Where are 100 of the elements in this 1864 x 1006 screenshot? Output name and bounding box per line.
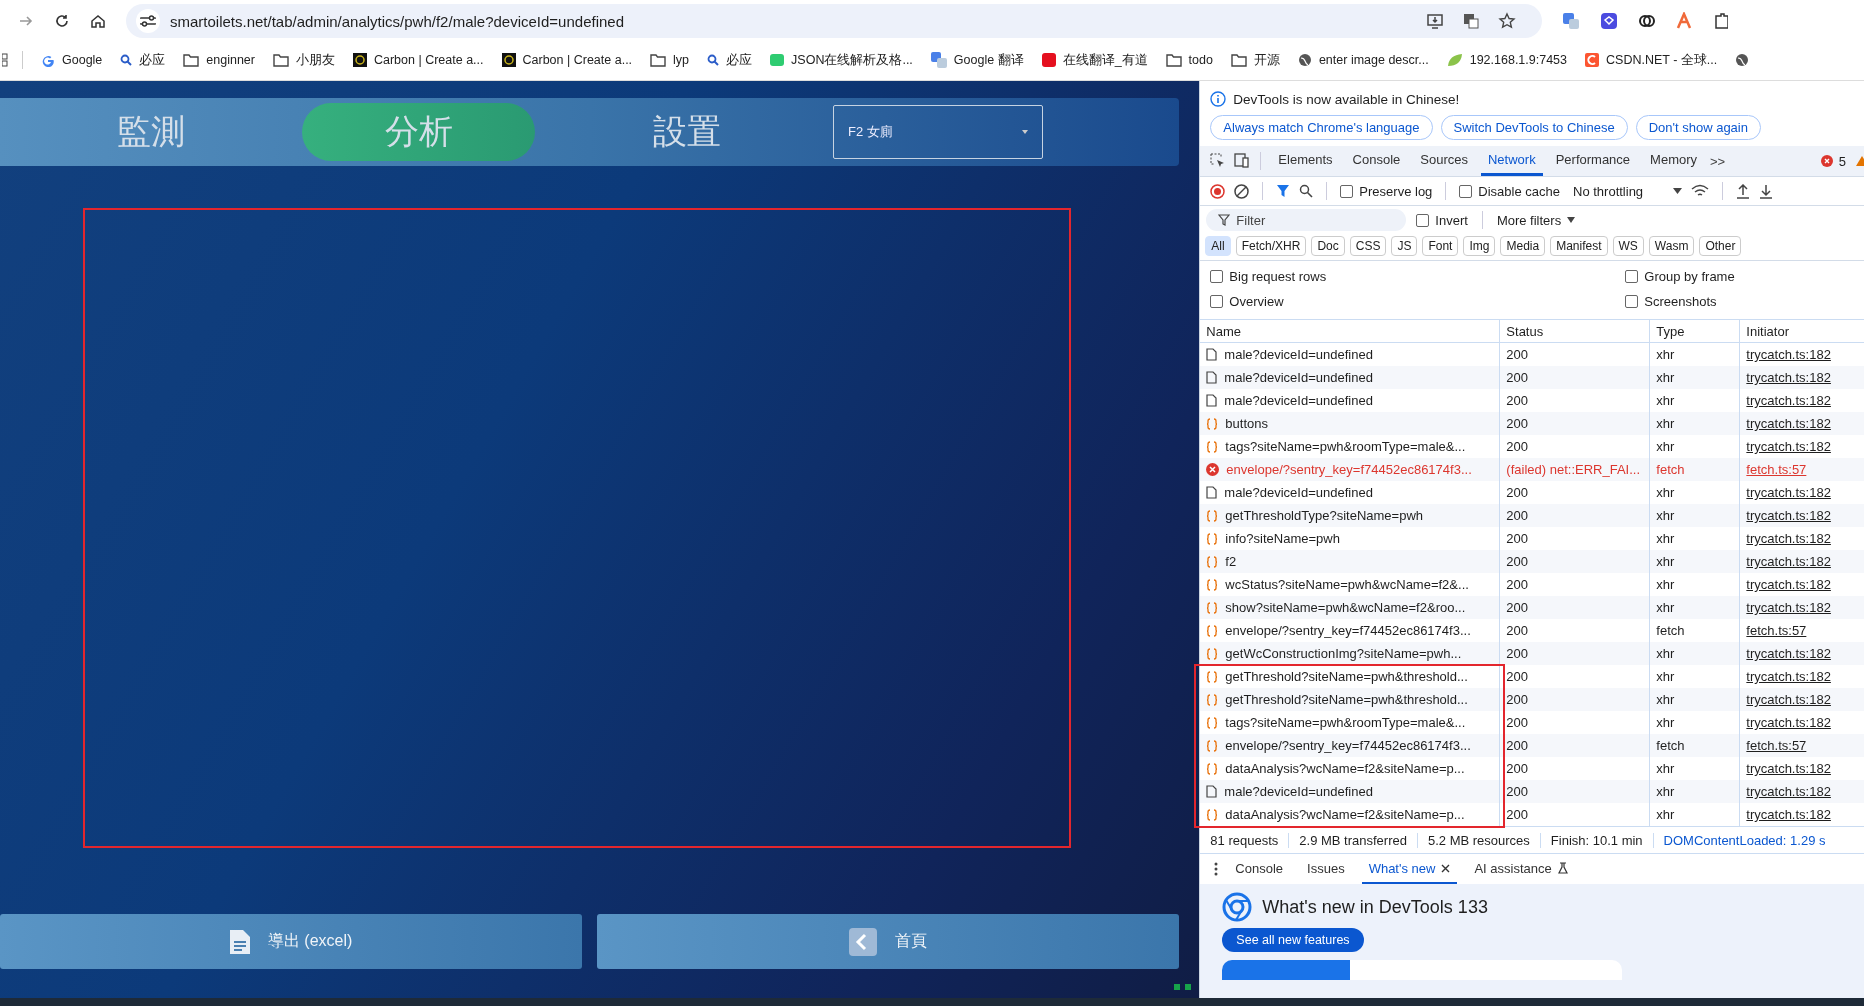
- devtools-tab[interactable]: Console: [1345, 146, 1408, 176]
- banner-button[interactable]: Don't show again: [1635, 115, 1761, 140]
- more-options-icon[interactable]: [1214, 862, 1219, 876]
- drawer-tab[interactable]: Console: [1228, 854, 1291, 884]
- initiator-link[interactable]: trycatch.ts:182: [1746, 669, 1831, 684]
- site-settings-icon[interactable]: [136, 9, 160, 33]
- type-filter-chip[interactable]: Fetch/XHR: [1235, 236, 1307, 256]
- type-filter-chip[interactable]: Doc: [1311, 236, 1345, 256]
- error-count[interactable]: 5: [1838, 153, 1846, 169]
- more-filters-dropdown[interactable]: More filters: [1496, 212, 1576, 228]
- checkbox[interactable]: [1459, 184, 1473, 198]
- throttling-dropdown[interactable]: No throttling: [1573, 183, 1683, 199]
- initiator-link[interactable]: trycatch.ts:182: [1746, 600, 1831, 615]
- banner-button[interactable]: Always match Chrome's language: [1210, 115, 1433, 140]
- type-filter-chip[interactable]: JS: [1391, 236, 1418, 256]
- bookmark[interactable]: CSDN.NET - 全球...: [1585, 51, 1718, 69]
- device-toolbar-icon[interactable]: [1232, 153, 1251, 169]
- request-name[interactable]: envelope/?sentry_key=f74452ec86174f3...: [1226, 462, 1472, 477]
- download-icon[interactable]: [1759, 183, 1774, 199]
- devtools-tab[interactable]: Sources: [1413, 146, 1475, 176]
- bookmark[interactable]: 开源: [1230, 51, 1280, 69]
- translate-icon[interactable]: [1462, 12, 1480, 30]
- initiator-link[interactable]: fetch.ts:57: [1746, 738, 1807, 753]
- initiator-link[interactable]: trycatch.ts:182: [1746, 347, 1831, 362]
- request-name[interactable]: dataAnalysis?wcName=f2&siteName=p...: [1225, 807, 1465, 822]
- request-name[interactable]: tags?siteName=pwh&roomType=male&...: [1225, 715, 1466, 730]
- bookmark[interactable]: 在线翻译_有道: [1041, 51, 1148, 69]
- request-name[interactable]: show?siteName=pwh&wcName=f2&roo...: [1225, 600, 1466, 615]
- initiator-link[interactable]: trycatch.ts:182: [1746, 508, 1831, 523]
- filter-field[interactable]: Filter: [1206, 209, 1407, 231]
- devtools-tab[interactable]: Network: [1480, 146, 1543, 176]
- bookmark[interactable]: 必应: [120, 51, 166, 69]
- request-name[interactable]: getThresholdType?siteName=pwh: [1225, 508, 1423, 523]
- type-filter-chip[interactable]: Img: [1463, 236, 1496, 256]
- type-filter-chip[interactable]: CSS: [1349, 236, 1387, 256]
- request-name[interactable]: male?deviceId=undefined: [1224, 370, 1373, 385]
- search-icon[interactable]: [1299, 184, 1314, 198]
- request-name[interactable]: f2: [1225, 554, 1237, 569]
- bookmark[interactable]: 必应: [707, 51, 753, 69]
- nav-tab[interactable]: 設置: [570, 103, 803, 161]
- clear-icon[interactable]: [1234, 183, 1250, 199]
- request-name[interactable]: wcStatus?siteName=pwh&wcName=f2&...: [1225, 577, 1469, 592]
- home-button[interactable]: 首頁: [597, 914, 1180, 969]
- initiator-link[interactable]: trycatch.ts:182: [1746, 761, 1831, 776]
- bookmark[interactable]: Carbon | Create a...: [352, 53, 484, 67]
- see-features-button[interactable]: See all new features: [1222, 928, 1364, 952]
- close-icon[interactable]: [1441, 863, 1451, 873]
- initiator-link[interactable]: fetch.ts:57: [1746, 623, 1807, 638]
- initiator-link[interactable]: trycatch.ts:182: [1746, 646, 1831, 661]
- bookmark[interactable]: 192.168.1.9:7453: [1446, 53, 1568, 67]
- initiator-link[interactable]: trycatch.ts:182: [1746, 577, 1831, 592]
- checkbox[interactable]: [1625, 270, 1639, 283]
- request-name[interactable]: envelope/?sentry_key=f74452ec86174f3...: [1225, 738, 1471, 753]
- address-bar[interactable]: smartoilets.net/tab/admin/analytics/pwh/f2/male?deviceId=undefined: [126, 4, 1542, 38]
- initiator-link[interactable]: trycatch.ts:182: [1746, 485, 1831, 500]
- bookmark[interactable]: enginner: [183, 53, 255, 67]
- request-name[interactable]: getThreshold?siteName=pwh&threshold...: [1225, 669, 1468, 684]
- type-filter-chip[interactable]: WS: [1612, 236, 1644, 256]
- checkbox[interactable]: [1210, 295, 1224, 308]
- room-select[interactable]: F2 女廁: [833, 105, 1043, 159]
- initiator-link[interactable]: trycatch.ts:182: [1746, 370, 1831, 385]
- translate-extension-icon[interactable]: [1562, 12, 1580, 30]
- type-filter-chip[interactable]: Other: [1699, 236, 1742, 256]
- request-name[interactable]: info?siteName=pwh: [1225, 531, 1340, 546]
- filter-icon[interactable]: [1276, 184, 1291, 198]
- initiator-link[interactable]: trycatch.ts:182: [1746, 439, 1831, 454]
- puzzle-icon[interactable]: [1714, 12, 1728, 30]
- reload-icon[interactable]: [54, 13, 70, 29]
- home-icon[interactable]: [90, 13, 106, 29]
- install-icon[interactable]: [1426, 12, 1444, 30]
- request-name[interactable]: tags?siteName=pwh&roomType=male&...: [1225, 439, 1466, 454]
- bookmark[interactable]: todo: [1165, 53, 1213, 67]
- devtools-tab[interactable]: Elements: [1271, 146, 1340, 176]
- star-icon[interactable]: [1498, 12, 1516, 30]
- initiator-link[interactable]: trycatch.ts:182: [1746, 715, 1831, 730]
- bookmark[interactable]: lyp: [650, 53, 690, 67]
- network-conditions-icon[interactable]: [1691, 184, 1710, 198]
- request-name[interactable]: male?deviceId=undefined: [1224, 347, 1373, 362]
- checkbox[interactable]: [1625, 295, 1639, 308]
- initiator-link[interactable]: trycatch.ts:182: [1746, 393, 1831, 408]
- request-name[interactable]: male?deviceId=undefined: [1224, 393, 1373, 408]
- bookmark[interactable]: Carbon | Create a...: [501, 53, 633, 67]
- initiator-link[interactable]: trycatch.ts:182: [1746, 807, 1831, 822]
- checkbox[interactable]: [1210, 270, 1224, 283]
- drawer-tab[interactable]: Issues: [1300, 854, 1352, 884]
- banner-button[interactable]: Switch DevTools to Chinese: [1440, 115, 1628, 140]
- checkbox[interactable]: [1340, 184, 1354, 198]
- upload-icon[interactable]: [1736, 183, 1751, 199]
- type-filter-chip[interactable]: Media: [1500, 236, 1546, 256]
- extension-icon[interactable]: [1600, 12, 1618, 30]
- devtools-tab[interactable]: Performance: [1548, 146, 1638, 176]
- type-filter-chip[interactable]: Wasm: [1648, 236, 1695, 256]
- bookmark[interactable]: Google 翻译: [930, 51, 1024, 69]
- initiator-link[interactable]: trycatch.ts:182: [1746, 554, 1831, 569]
- request-name[interactable]: male?deviceId=undefined: [1224, 485, 1373, 500]
- request-name[interactable]: getWcConstructionImg?siteName=pwh...: [1225, 646, 1462, 661]
- request-name[interactable]: envelope/?sentry_key=f74452ec86174f3...: [1225, 623, 1471, 638]
- initiator-link[interactable]: trycatch.ts:182: [1746, 784, 1831, 799]
- apps-icon[interactable]: [2, 53, 10, 67]
- column-header[interactable]: Type: [1650, 320, 1741, 342]
